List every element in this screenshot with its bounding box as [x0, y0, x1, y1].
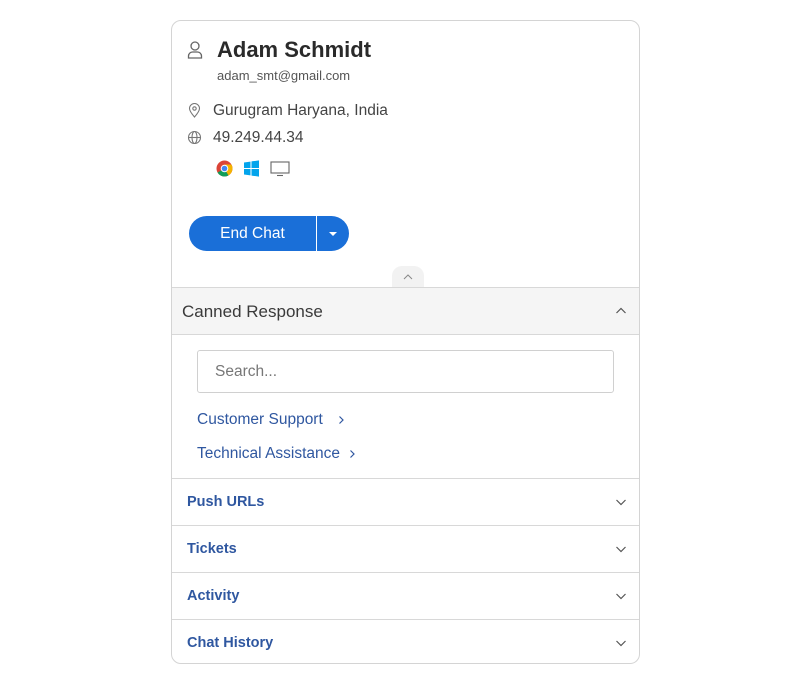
- visitor-location: Gurugram Haryana, India: [213, 102, 388, 119]
- desktop-icon: [270, 160, 290, 177]
- category-label: Technical Assistance: [197, 445, 341, 462]
- category-customer-support[interactable]: Customer Support: [197, 411, 345, 429]
- accordion-activity[interactable]: Activity: [172, 573, 639, 620]
- canned-response-body: Customer Support Technical Assistance: [172, 335, 639, 479]
- user-icon: [187, 41, 203, 59]
- visitor-profile: Adam Schmidt adam_smt@gmail.com Gurugram…: [172, 21, 639, 287]
- chevron-right-icon: [338, 416, 344, 424]
- chevron-up-icon: [403, 273, 413, 279]
- category-label: Customer Support: [197, 411, 323, 428]
- accordion-label: Activity: [187, 588, 240, 604]
- visitor-email: adam_smt@gmail.com: [217, 68, 351, 83]
- environment-icons: [216, 160, 290, 177]
- canned-response-search-input[interactable]: [197, 350, 614, 393]
- chevron-right-icon: [350, 450, 355, 458]
- category-technical-assistance[interactable]: Technical Assistance: [197, 445, 356, 463]
- visitor-name: Adam Schmidt: [217, 37, 372, 62]
- location-pin-icon: [187, 103, 202, 118]
- end-chat-button[interactable]: End Chat: [189, 216, 316, 251]
- windows-icon: [243, 160, 260, 177]
- chevron-down-icon: [616, 640, 626, 647]
- accordion-label: Tickets: [187, 541, 237, 557]
- caret-down-icon: [329, 231, 337, 236]
- collapse-profile-toggle[interactable]: [392, 266, 424, 287]
- chevron-up-icon: [616, 307, 626, 314]
- globe-icon: [187, 130, 202, 145]
- chrome-icon: [216, 160, 233, 177]
- accordion-label: Chat History: [187, 635, 274, 651]
- canned-response-header[interactable]: Canned Response: [172, 287, 639, 335]
- accordion-label: Push URLs: [187, 494, 265, 510]
- accordion-push-urls[interactable]: Push URLs: [172, 479, 639, 526]
- canned-response-title: Canned Response: [182, 302, 323, 321]
- visitor-ip: 49.249.44.34: [213, 129, 304, 146]
- accordion-chat-history[interactable]: Chat History: [172, 620, 639, 663]
- end-chat-dropdown-toggle[interactable]: [316, 216, 349, 251]
- accordion-tickets[interactable]: Tickets: [172, 526, 639, 573]
- end-chat-button-group: End Chat: [189, 216, 349, 251]
- chevron-down-icon: [616, 546, 626, 553]
- chevron-down-icon: [616, 499, 626, 506]
- visitor-details-panel: Adam Schmidt adam_smt@gmail.com Gurugram…: [171, 20, 640, 664]
- chevron-down-icon: [616, 593, 626, 600]
